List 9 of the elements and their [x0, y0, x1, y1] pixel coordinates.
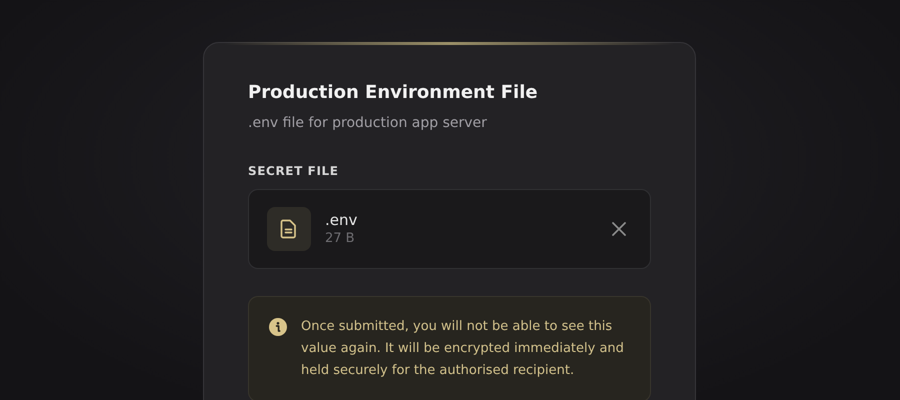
- card-title: Production Environment File: [248, 81, 539, 105]
- section-label: SECRET FILE: [248, 163, 340, 179]
- card-subtitle: .env file for production app server: [248, 114, 488, 133]
- file-size: 27 B: [325, 230, 356, 248]
- close-icon[interactable]: [610, 220, 628, 238]
- document-icon: [267, 207, 311, 251]
- file-name: .env: [325, 210, 358, 230]
- notice-text: Once submitted, you will not be able to see this value again. It will be encrypted immediately and held securely for the authorised recipient.: [301, 318, 625, 380]
- info-icon: [269, 318, 287, 336]
